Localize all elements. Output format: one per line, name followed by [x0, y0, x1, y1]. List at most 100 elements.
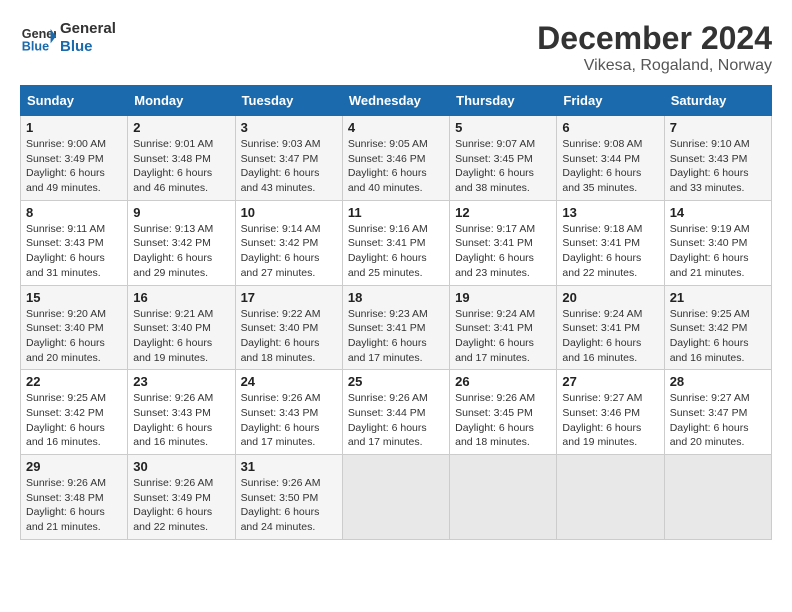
day-number: 30 — [133, 459, 229, 474]
day-number: 5 — [455, 120, 551, 135]
calendar-cell: 20 Sunrise: 9:24 AM Sunset: 3:41 PM Dayl… — [557, 285, 664, 370]
day-info: Sunrise: 9:26 AM Sunset: 3:43 PM Dayligh… — [133, 391, 229, 450]
calendar-cell: 7 Sunrise: 9:10 AM Sunset: 3:43 PM Dayli… — [664, 116, 771, 201]
day-number: 14 — [670, 205, 766, 220]
calendar-cell: 29 Sunrise: 9:26 AM Sunset: 3:48 PM Dayl… — [21, 455, 128, 540]
calendar-cell — [450, 455, 557, 540]
day-info: Sunrise: 9:24 AM Sunset: 3:41 PM Dayligh… — [562, 307, 658, 366]
calendar-cell: 3 Sunrise: 9:03 AM Sunset: 3:47 PM Dayli… — [235, 116, 342, 201]
calendar-week-5: 29 Sunrise: 9:26 AM Sunset: 3:48 PM Dayl… — [21, 455, 772, 540]
calendar-week-3: 15 Sunrise: 9:20 AM Sunset: 3:40 PM Dayl… — [21, 285, 772, 370]
calendar-cell: 8 Sunrise: 9:11 AM Sunset: 3:43 PM Dayli… — [21, 200, 128, 285]
calendar-title: December 2024 — [537, 20, 772, 57]
header-saturday: Saturday — [664, 86, 771, 116]
calendar-cell: 19 Sunrise: 9:24 AM Sunset: 3:41 PM Dayl… — [450, 285, 557, 370]
day-info: Sunrise: 9:26 AM Sunset: 3:48 PM Dayligh… — [26, 476, 122, 535]
header-monday: Monday — [128, 86, 235, 116]
day-info: Sunrise: 9:03 AM Sunset: 3:47 PM Dayligh… — [241, 137, 337, 196]
calendar-cell: 14 Sunrise: 9:19 AM Sunset: 3:40 PM Dayl… — [664, 200, 771, 285]
calendar-table: SundayMondayTuesdayWednesdayThursdayFrid… — [20, 85, 772, 540]
day-info: Sunrise: 9:26 AM Sunset: 3:45 PM Dayligh… — [455, 391, 551, 450]
header-friday: Friday — [557, 86, 664, 116]
day-number: 8 — [26, 205, 122, 220]
calendar-cell: 22 Sunrise: 9:25 AM Sunset: 3:42 PM Dayl… — [21, 370, 128, 455]
day-info: Sunrise: 9:07 AM Sunset: 3:45 PM Dayligh… — [455, 137, 551, 196]
day-info: Sunrise: 9:26 AM Sunset: 3:50 PM Dayligh… — [241, 476, 337, 535]
day-info: Sunrise: 9:14 AM Sunset: 3:42 PM Dayligh… — [241, 222, 337, 281]
day-info: Sunrise: 9:11 AM Sunset: 3:43 PM Dayligh… — [26, 222, 122, 281]
calendar-cell: 13 Sunrise: 9:18 AM Sunset: 3:41 PM Dayl… — [557, 200, 664, 285]
calendar-cell: 12 Sunrise: 9:17 AM Sunset: 3:41 PM Dayl… — [450, 200, 557, 285]
day-info: Sunrise: 9:19 AM Sunset: 3:40 PM Dayligh… — [670, 222, 766, 281]
day-number: 18 — [348, 290, 444, 305]
day-number: 17 — [241, 290, 337, 305]
day-number: 9 — [133, 205, 229, 220]
day-number: 21 — [670, 290, 766, 305]
calendar-cell: 28 Sunrise: 9:27 AM Sunset: 3:47 PM Dayl… — [664, 370, 771, 455]
calendar-week-2: 8 Sunrise: 9:11 AM Sunset: 3:43 PM Dayli… — [21, 200, 772, 285]
header-wednesday: Wednesday — [342, 86, 449, 116]
page-header: General Blue General Blue December 2024 … — [20, 20, 772, 75]
day-info: Sunrise: 9:22 AM Sunset: 3:40 PM Dayligh… — [241, 307, 337, 366]
day-number: 12 — [455, 205, 551, 220]
day-info: Sunrise: 9:27 AM Sunset: 3:47 PM Dayligh… — [670, 391, 766, 450]
logo-text-general: General — [60, 20, 116, 38]
calendar-cell: 25 Sunrise: 9:26 AM Sunset: 3:44 PM Dayl… — [342, 370, 449, 455]
calendar-cell: 24 Sunrise: 9:26 AM Sunset: 3:43 PM Dayl… — [235, 370, 342, 455]
calendar-cell — [664, 455, 771, 540]
calendar-week-1: 1 Sunrise: 9:00 AM Sunset: 3:49 PM Dayli… — [21, 116, 772, 201]
day-info: Sunrise: 9:00 AM Sunset: 3:49 PM Dayligh… — [26, 137, 122, 196]
calendar-subtitle: Vikesa, Rogaland, Norway — [537, 57, 772, 75]
day-number: 27 — [562, 374, 658, 389]
calendar-cell: 30 Sunrise: 9:26 AM Sunset: 3:49 PM Dayl… — [128, 455, 235, 540]
calendar-cell: 23 Sunrise: 9:26 AM Sunset: 3:43 PM Dayl… — [128, 370, 235, 455]
day-number: 22 — [26, 374, 122, 389]
calendar-cell: 11 Sunrise: 9:16 AM Sunset: 3:41 PM Dayl… — [342, 200, 449, 285]
day-info: Sunrise: 9:27 AM Sunset: 3:46 PM Dayligh… — [562, 391, 658, 450]
header-row: SundayMondayTuesdayWednesdayThursdayFrid… — [21, 86, 772, 116]
calendar-cell: 5 Sunrise: 9:07 AM Sunset: 3:45 PM Dayli… — [450, 116, 557, 201]
calendar-cell: 15 Sunrise: 9:20 AM Sunset: 3:40 PM Dayl… — [21, 285, 128, 370]
logo-icon: General Blue — [20, 20, 56, 56]
day-number: 20 — [562, 290, 658, 305]
day-info: Sunrise: 9:26 AM Sunset: 3:43 PM Dayligh… — [241, 391, 337, 450]
day-number: 10 — [241, 205, 337, 220]
day-info: Sunrise: 9:23 AM Sunset: 3:41 PM Dayligh… — [348, 307, 444, 366]
day-info: Sunrise: 9:16 AM Sunset: 3:41 PM Dayligh… — [348, 222, 444, 281]
calendar-cell: 6 Sunrise: 9:08 AM Sunset: 3:44 PM Dayli… — [557, 116, 664, 201]
calendar-cell: 10 Sunrise: 9:14 AM Sunset: 3:42 PM Dayl… — [235, 200, 342, 285]
day-number: 23 — [133, 374, 229, 389]
day-info: Sunrise: 9:05 AM Sunset: 3:46 PM Dayligh… — [348, 137, 444, 196]
day-number: 4 — [348, 120, 444, 135]
title-block: December 2024 Vikesa, Rogaland, Norway — [537, 20, 772, 75]
calendar-cell — [342, 455, 449, 540]
header-thursday: Thursday — [450, 86, 557, 116]
day-number: 7 — [670, 120, 766, 135]
day-info: Sunrise: 9:13 AM Sunset: 3:42 PM Dayligh… — [133, 222, 229, 281]
calendar-week-4: 22 Sunrise: 9:25 AM Sunset: 3:42 PM Dayl… — [21, 370, 772, 455]
calendar-cell — [557, 455, 664, 540]
day-info: Sunrise: 9:10 AM Sunset: 3:43 PM Dayligh… — [670, 137, 766, 196]
calendar-cell: 31 Sunrise: 9:26 AM Sunset: 3:50 PM Dayl… — [235, 455, 342, 540]
day-info: Sunrise: 9:25 AM Sunset: 3:42 PM Dayligh… — [26, 391, 122, 450]
day-number: 13 — [562, 205, 658, 220]
logo-text-blue: Blue — [60, 38, 116, 56]
day-info: Sunrise: 9:25 AM Sunset: 3:42 PM Dayligh… — [670, 307, 766, 366]
day-number: 25 — [348, 374, 444, 389]
day-number: 1 — [26, 120, 122, 135]
day-number: 15 — [26, 290, 122, 305]
day-number: 26 — [455, 374, 551, 389]
day-number: 19 — [455, 290, 551, 305]
day-number: 2 — [133, 120, 229, 135]
calendar-cell: 21 Sunrise: 9:25 AM Sunset: 3:42 PM Dayl… — [664, 285, 771, 370]
day-info: Sunrise: 9:26 AM Sunset: 3:44 PM Dayligh… — [348, 391, 444, 450]
day-number: 3 — [241, 120, 337, 135]
day-info: Sunrise: 9:21 AM Sunset: 3:40 PM Dayligh… — [133, 307, 229, 366]
calendar-cell: 26 Sunrise: 9:26 AM Sunset: 3:45 PM Dayl… — [450, 370, 557, 455]
day-info: Sunrise: 9:26 AM Sunset: 3:49 PM Dayligh… — [133, 476, 229, 535]
calendar-cell: 18 Sunrise: 9:23 AM Sunset: 3:41 PM Dayl… — [342, 285, 449, 370]
logo: General Blue General Blue — [20, 20, 116, 56]
calendar-cell: 9 Sunrise: 9:13 AM Sunset: 3:42 PM Dayli… — [128, 200, 235, 285]
day-info: Sunrise: 9:20 AM Sunset: 3:40 PM Dayligh… — [26, 307, 122, 366]
day-info: Sunrise: 9:24 AM Sunset: 3:41 PM Dayligh… — [455, 307, 551, 366]
